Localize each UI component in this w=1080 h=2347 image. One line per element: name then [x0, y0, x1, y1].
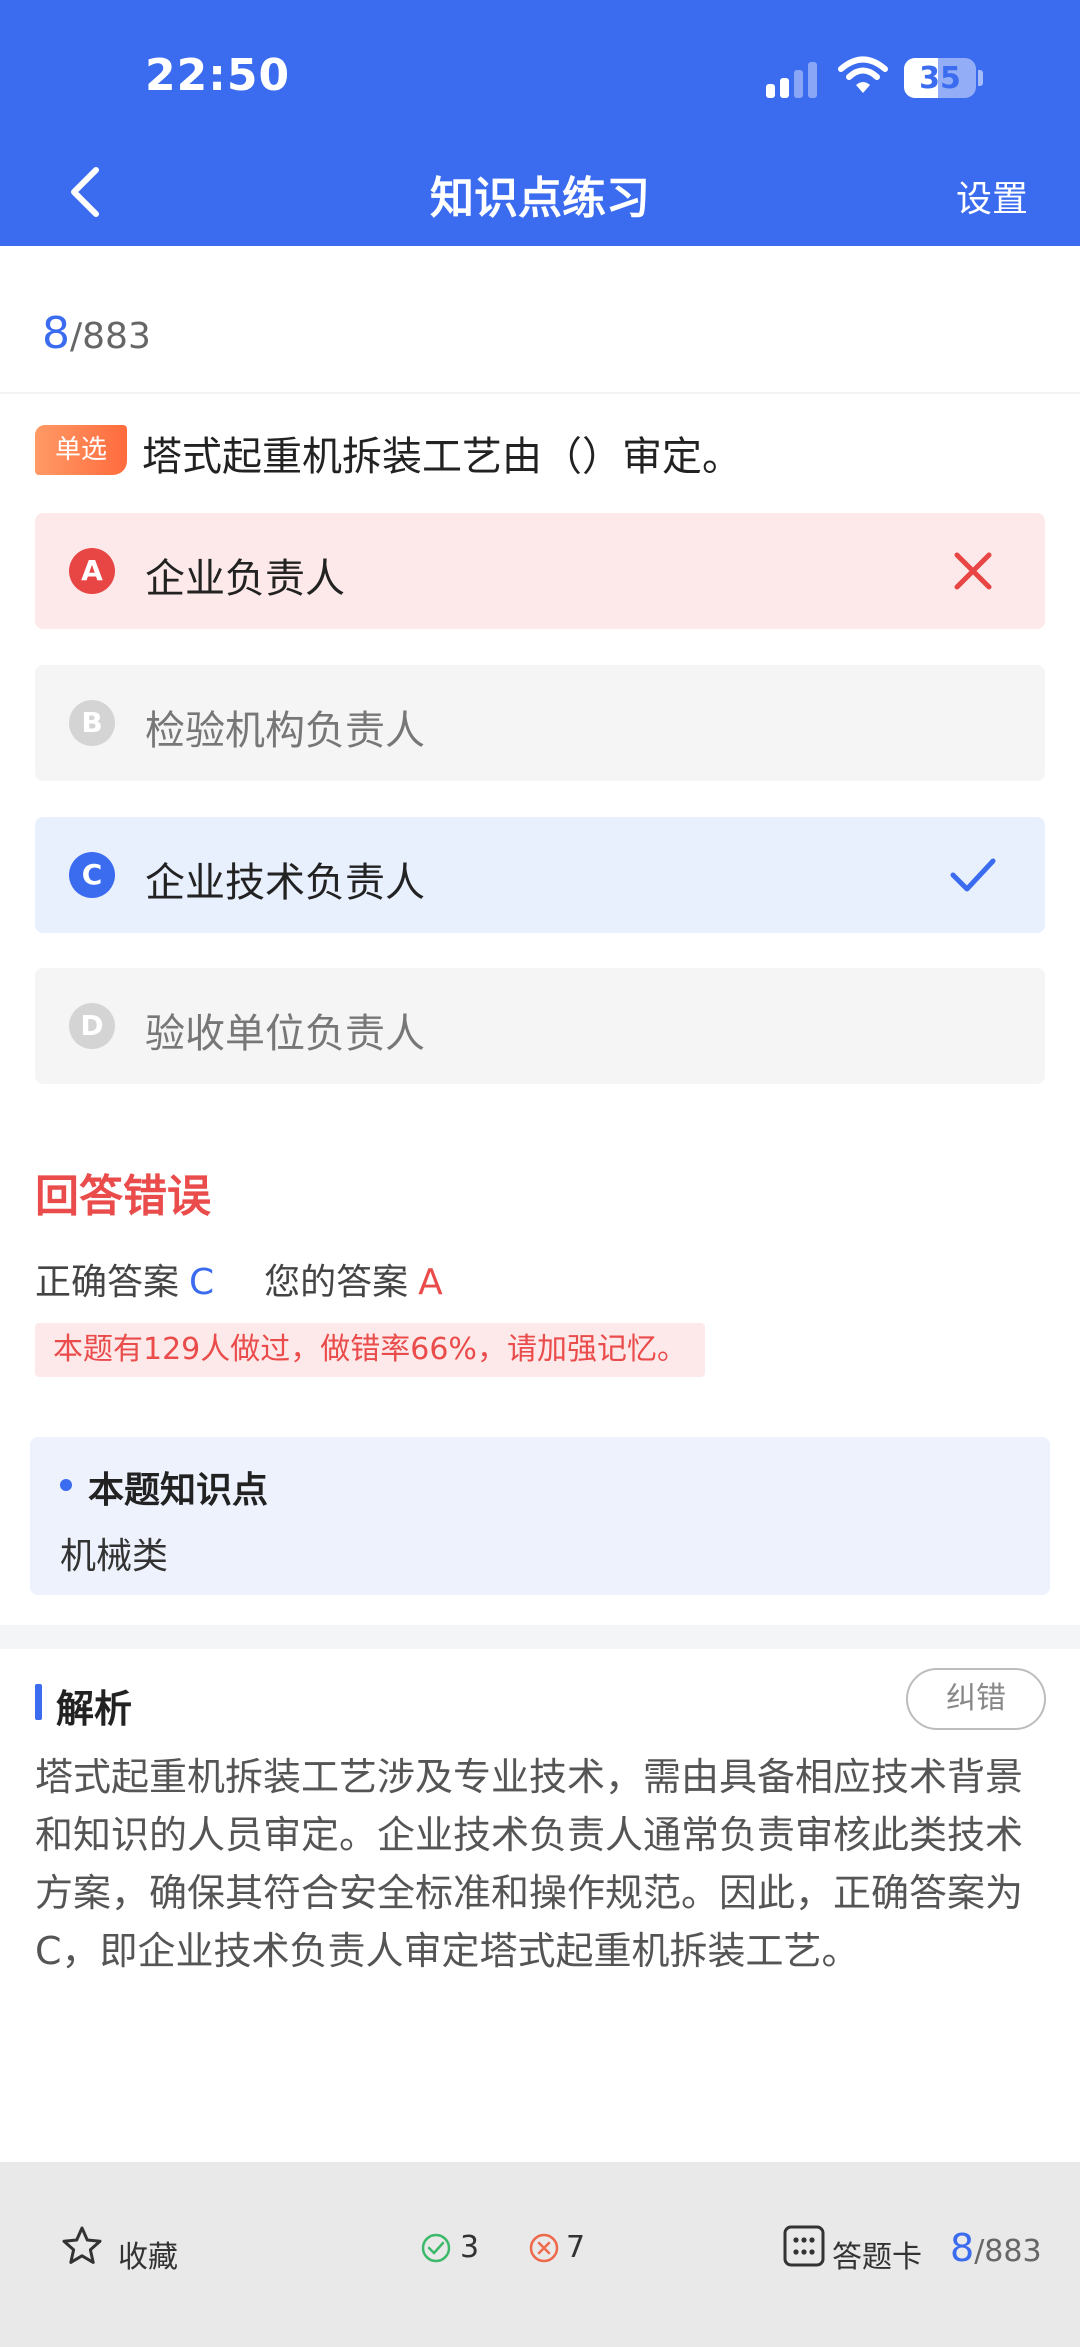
wrong-count: 7 [566, 2230, 586, 2265]
correct-answer-value: C [189, 1262, 215, 1303]
answer-summary: 正确答案 C 您的答案 A [35, 1253, 443, 1305]
settings-button[interactable]: 设置 [956, 170, 1028, 222]
star-icon[interactable] [60, 2224, 104, 2268]
analysis-title: 解析 [56, 1687, 133, 1731]
footer-progress-current: 8 [950, 2226, 975, 2270]
option-d[interactable]: D 验收单位负责人 [35, 968, 1045, 1084]
knowledge-point-card: 本题知识点 机械类 [30, 1437, 1050, 1595]
option-text: 检验机构负责人 [145, 708, 425, 754]
divider [0, 392, 1080, 394]
analysis-text: 塔式起重机拆装工艺涉及专业技术，需由具备相应技术背景和知识的人员审定。企业技术负… [35, 1755, 1024, 1973]
error-rate-notice: 本题有129人做过，做错率66%，请加强记忆。 [35, 1323, 705, 1377]
progress-total: /883 [70, 316, 151, 357]
option-letter-badge: A [69, 548, 115, 594]
favorite-button[interactable]: 收藏 [118, 2232, 178, 2276]
knowledge-point-title: 本题知识点 [88, 1470, 269, 1511]
your-answer-label: 您的答案 [264, 1262, 409, 1303]
battery-level: 35 [919, 61, 961, 96]
option-c[interactable]: C 企业技术负责人 [35, 817, 1045, 933]
question-text: 塔式起重机拆装工艺由（）审定。 [142, 434, 742, 480]
section-gap [0, 1625, 1080, 1649]
footer-progress-total: /883 [974, 2234, 1042, 2269]
battery-tip [978, 70, 983, 86]
footer-progress: 8/883 [950, 2226, 1042, 2270]
bottom-toolbar: 收藏 3 7 答题卡 8/883 [0, 2162, 1080, 2347]
report-error-button[interactable]: 纠错 [906, 1668, 1046, 1730]
option-a[interactable]: A 企业负责人 [35, 513, 1045, 629]
option-letter-badge: D [69, 1003, 115, 1049]
battery-icon: 35 [904, 58, 976, 98]
wrong-circle-icon [529, 2233, 559, 2263]
check-icon [950, 858, 996, 892]
answer-card-button[interactable]: 答题卡 [832, 2232, 922, 2276]
cellular-signal-icon [766, 62, 822, 98]
progress-current: 8 [42, 308, 70, 359]
bullet-dot [60, 1479, 72, 1491]
section-accent-bar [35, 1684, 42, 1720]
your-answer-value: A [418, 1262, 443, 1303]
option-letter-badge: C [69, 852, 115, 898]
correct-answer-label: 正确答案 [35, 1262, 180, 1303]
option-text: 验收单位负责人 [145, 1011, 425, 1057]
wrong-x-icon [954, 552, 992, 590]
question-type-badge: 单选 [35, 425, 127, 475]
option-text: 企业负责人 [145, 556, 345, 602]
question-progress: 8/883 [42, 308, 151, 359]
option-text: 企业技术负责人 [145, 860, 425, 906]
knowledge-point-value: 机械类 [60, 1536, 169, 1577]
correct-count: 3 [460, 2230, 480, 2265]
option-b[interactable]: B 检验机构负责人 [35, 665, 1045, 781]
page-title: 知识点练习 [430, 173, 650, 224]
status-time: 22:50 [145, 50, 291, 101]
result-title: 回答错误 [35, 1171, 211, 1222]
app-header: 22:50 35 知识点练习 设置 [0, 0, 1080, 246]
wifi-icon [838, 56, 888, 93]
option-letter-badge: B [69, 700, 115, 746]
correct-circle-icon [421, 2233, 451, 2263]
answer-card-icon[interactable] [782, 2224, 826, 2268]
